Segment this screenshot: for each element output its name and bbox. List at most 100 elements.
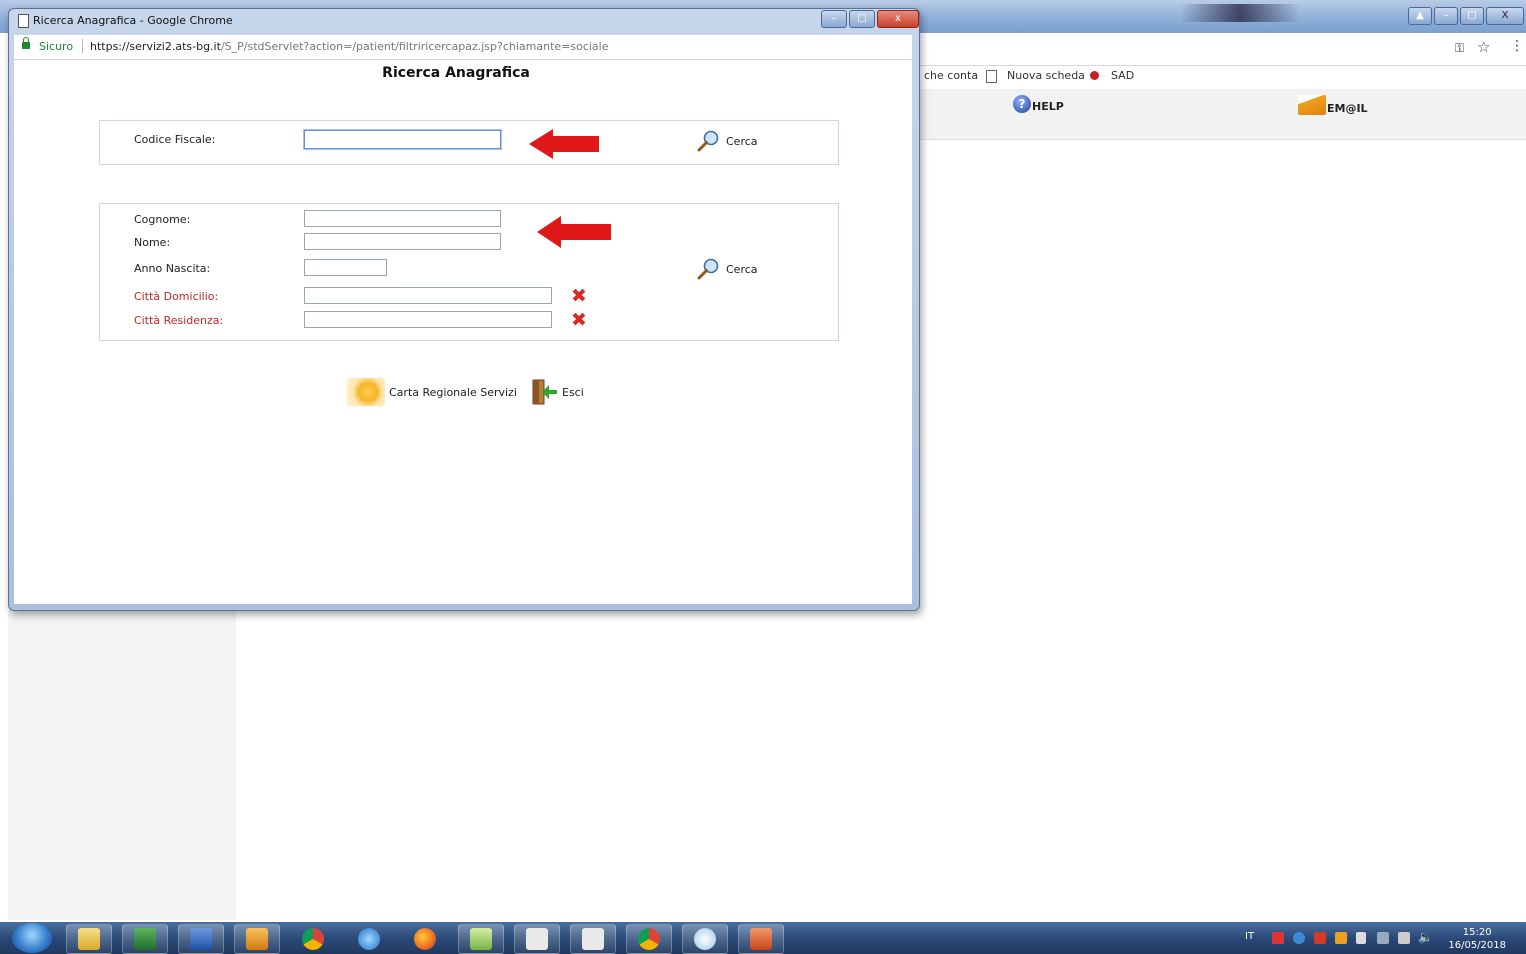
citta-residenza-label: Città Residenza: [134,314,224,327]
nome-label: Nome: [134,236,171,249]
taskbar-ie[interactable] [346,924,392,954]
menu-icon[interactable]: ⋮ [1510,38,1524,54]
nome-input[interactable] [304,233,501,250]
lock-icon [22,37,30,49]
system-tray: IT 🔈 15:20 16/05/2018 [1240,922,1526,954]
tray-app-icon[interactable] [1272,932,1284,944]
codice-fiscale-label: Codice Fiscale: [134,133,216,146]
exit-button[interactable]: Esci [530,378,584,406]
red-arrow-icon [529,129,599,159]
bookmark-item[interactable]: che conta [924,69,978,82]
carta-regionale-servizi-button[interactable]: Carta Regionale Servizi [347,378,517,406]
search-codice-fiscale-button[interactable]: Cerca [697,130,758,152]
email-link[interactable]: EM@IL [1298,95,1368,115]
powerpoint-icon [750,928,772,950]
taskbar-chrome[interactable] [290,924,336,954]
network-icon[interactable] [1398,932,1410,944]
taskbar-folder[interactable] [458,924,504,954]
help-icon: ? [1013,95,1031,113]
background-site-nav: ? HELP EM@IL [918,89,1526,140]
bookmarks-bar: che conta Nuova scheda SAD [918,66,1526,88]
excel-icon [134,928,156,950]
cognome-label: Cognome: [134,213,191,226]
titlebar-decoration [1180,4,1300,22]
search-label: Cerca [726,134,758,148]
taskbar-outlook[interactable] [234,924,280,954]
anno-nascita-label: Anno Nascita: [134,262,211,275]
internet-explorer-icon [358,928,380,950]
user-profile-icon[interactable]: ▲ [1408,7,1432,25]
clock-date: 16/05/2018 [1448,940,1506,951]
secure-label: Sicuro [39,40,74,53]
popup-maximize-button[interactable]: □ [849,10,875,28]
background-left-panel [8,610,236,920]
email-label: EM@IL [1327,102,1368,115]
clock[interactable]: 15:20 16/05/2018 [1448,926,1506,952]
citta-residenza-input[interactable] [304,311,552,328]
popup-address-bar[interactable]: Sicuro https://servizi2.ats-bg.it/S_P/st… [14,35,912,60]
tray-app-icon[interactable] [1293,932,1305,944]
taskbar-word[interactable] [178,924,224,954]
taskbar-firefox[interactable] [402,924,448,954]
citta-domicilio-input[interactable] [304,287,552,304]
anagrafica-search-panel: Cognome: Nome: Anno Nascita: Cerca Città… [99,203,839,341]
search-anagrafica-button[interactable]: Cerca [697,258,758,280]
chrome-icon [302,928,324,950]
crs-label: Carta Regionale Servizi [389,385,517,399]
outlook-icon [246,928,268,950]
start-button[interactable] [12,923,52,953]
page-title: Ricerca Anagrafica [14,65,912,81]
cognome-input[interactable] [304,210,501,227]
taskbar-studiok-2[interactable] [570,924,616,954]
taskbar-powerpoint[interactable] [738,924,784,954]
clear-domicilio-icon[interactable]: ✖ [571,287,587,306]
taskbar-paint[interactable] [682,924,728,954]
taskbar-chrome-active[interactable] [626,924,672,954]
firefox-icon [414,928,436,950]
codice-fiscale-input[interactable] [304,130,501,149]
popup-content: Ricerca Anagrafica Codice Fiscale: Cerca… [14,60,912,604]
taskbar-studiok-1[interactable] [514,924,560,954]
maximize-button[interactable]: □ [1460,7,1484,25]
citta-domicilio-label: Città Domicilio: [134,290,219,303]
search-label: Cerca [726,262,758,276]
studio-k-icon [582,928,604,950]
star-icon[interactable]: ☆ [1477,38,1490,56]
document-icon [18,14,29,28]
bookmark-item[interactable]: SAD [1111,69,1134,82]
folder-icon [78,928,100,950]
action-center-flag-icon[interactable] [1356,932,1366,944]
exit-label: Esci [562,385,584,399]
popup-window-controls: – □ x [821,10,919,28]
page-icon [986,70,997,83]
taskbar-explorer[interactable] [66,924,112,954]
bookmark-item[interactable]: Nuova scheda [1007,69,1085,82]
word-icon [190,928,212,950]
tray-acrobat-icon[interactable] [1314,932,1326,944]
url-host: https://servizi2.ats-bg.it [90,40,221,53]
minimize-button[interactable]: – [1434,7,1458,25]
volume-icon[interactable]: 🔈 [1418,930,1433,944]
page-title-text: Ricerca Anagrafica [382,65,530,81]
taskbar: IT 🔈 15:20 16/05/2018 [0,922,1526,954]
key-icon[interactable]: ⚿ [1455,41,1464,56]
anno-nascita-input[interactable] [304,259,387,276]
clock-time: 15:20 [1462,927,1492,938]
popup-close-button[interactable]: x [877,10,919,28]
url-path: /S_P/stdServlet?action=/patient/filtriri… [220,40,609,53]
popup-window: Ricerca Anagrafica - Google Chrome – □ x… [8,8,920,611]
url-text[interactable]: https://servizi2.ats-bg.it/S_P/stdServle… [90,40,609,53]
email-icon [1298,95,1326,115]
background-window-controls: ▲ – □ X [1408,7,1524,25]
language-indicator[interactable]: IT [1245,931,1254,942]
tray-app-icon[interactable] [1377,932,1389,944]
tray-office-icon[interactable] [1335,932,1347,944]
codice-fiscale-panel: Codice Fiscale: Cerca [99,120,839,165]
address-separator [82,39,83,53]
close-button[interactable]: X [1486,7,1524,25]
clear-residenza-icon[interactable]: ✖ [571,311,587,330]
background-address-bar[interactable]: ⚿ ☆ ⋮ [918,33,1526,66]
popup-minimize-button[interactable]: – [821,10,847,28]
help-link[interactable]: ? HELP [1013,95,1064,113]
taskbar-excel[interactable] [122,924,168,954]
